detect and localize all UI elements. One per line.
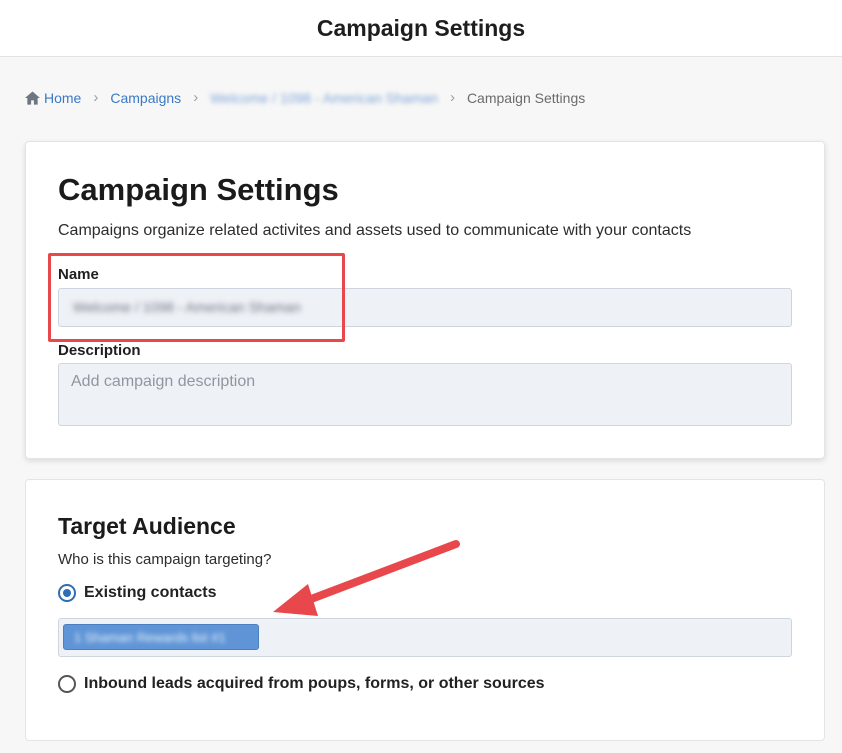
target-audience-card: Target Audience Who is this campaign tar… xyxy=(25,479,825,741)
home-icon[interactable] xyxy=(25,91,40,105)
settings-card-subtitle: Campaigns organize related activites and… xyxy=(58,222,692,239)
description-textarea[interactable]: Add campaign description xyxy=(58,363,792,426)
campaign-settings-card: Campaign Settings Campaigns organize rel… xyxy=(25,141,825,459)
selected-list-label: 1 Shaman Rewards list #1 xyxy=(74,630,226,645)
breadcrumb-current: Campaign Settings xyxy=(466,90,586,106)
chevron-right-icon: › xyxy=(193,89,199,106)
name-label: Name xyxy=(58,266,99,283)
radio-unchecked-icon[interactable] xyxy=(58,675,76,693)
settings-card-title: Campaign Settings xyxy=(58,172,339,207)
target-audience-title: Target Audience xyxy=(58,513,236,539)
breadcrumb-campaigns-link[interactable]: Campaigns xyxy=(110,90,181,106)
name-input-value: Welcome / 1098 - American Shaman xyxy=(73,299,301,315)
description-placeholder: Add campaign description xyxy=(71,373,256,390)
top-bar: Campaign Settings xyxy=(0,0,842,57)
chevron-right-icon: › xyxy=(93,89,99,106)
existing-contacts-label: Existing contacts xyxy=(84,584,217,601)
description-label: Description xyxy=(58,342,141,359)
radio-checked-icon[interactable] xyxy=(58,584,76,602)
breadcrumb-campaign-link[interactable]: Welcome / 1098 - American Shaman xyxy=(210,90,438,106)
contact-list-select[interactable]: 1 Shaman Rewards list #1 xyxy=(58,618,792,657)
inbound-leads-option[interactable]: Inbound leads acquired from poups, forms… xyxy=(58,675,545,693)
target-audience-question: Who is this campaign targeting? xyxy=(58,551,272,568)
chevron-right-icon: › xyxy=(449,89,455,106)
inbound-leads-label: Inbound leads acquired from poups, forms… xyxy=(84,675,545,692)
page-header-title: Campaign Settings xyxy=(316,14,526,41)
name-input[interactable]: Welcome / 1098 - American Shaman xyxy=(58,288,792,327)
breadcrumb-home-link[interactable]: Home xyxy=(44,90,81,106)
existing-contacts-option[interactable]: Existing contacts xyxy=(58,584,216,602)
breadcrumb: Home › Campaigns › Welcome / 1098 - Amer… xyxy=(25,89,585,107)
selected-list-chip[interactable]: 1 Shaman Rewards list #1 xyxy=(63,624,259,650)
